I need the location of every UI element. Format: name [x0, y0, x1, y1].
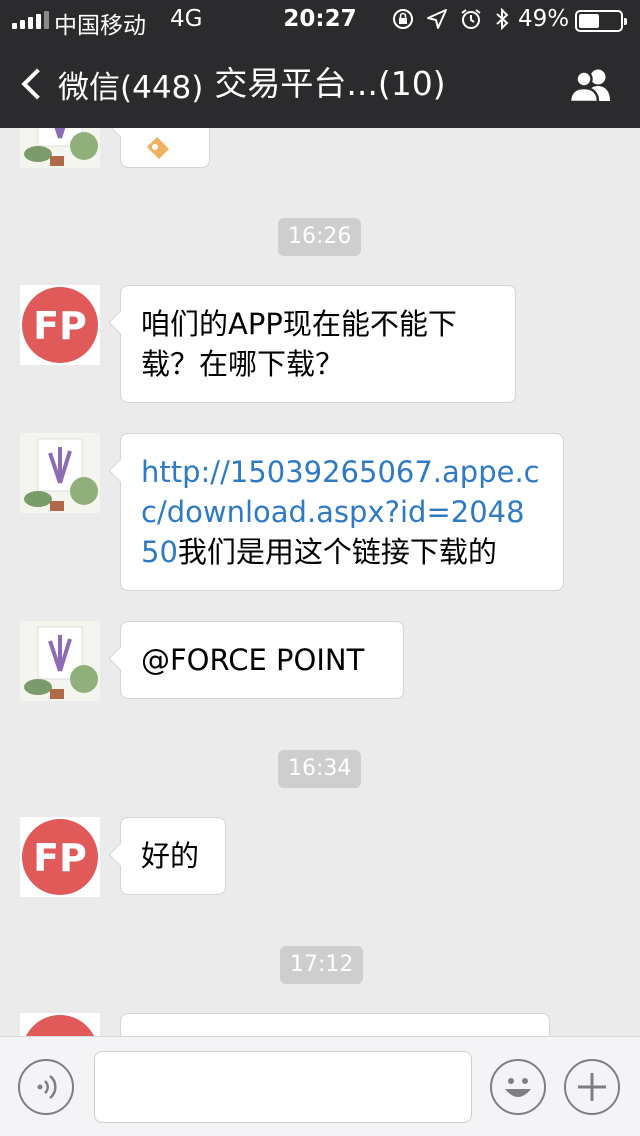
group-members-button[interactable]	[566, 68, 616, 104]
plant-painting-image	[20, 128, 100, 168]
status-bar: 中国移动 4G 20:27 49%	[0, 0, 640, 40]
avatar-fp[interactable]: FP	[20, 1013, 100, 1036]
emoji-icon	[147, 137, 169, 159]
avatar-plant[interactable]	[20, 433, 100, 513]
battery-fill	[579, 14, 599, 28]
chat-message-list[interactable]: 16:26 FP 咱们的APP现在能不能下载？在哪下载？ http://1503…	[0, 128, 640, 1036]
message-text: 好的	[141, 839, 200, 873]
message-bubble[interactable]: 好的	[120, 817, 226, 895]
chevron-left-icon	[21, 68, 53, 100]
chat-title: 交易平台...(10)	[214, 64, 446, 103]
voice-icon	[37, 1075, 57, 1099]
battery-percentage: 49%	[518, 6, 570, 32]
avatar-fp[interactable]: FP	[20, 285, 100, 365]
message-bubble-partial[interactable]	[120, 1013, 550, 1036]
svg-text:FP: FP	[33, 304, 87, 348]
fp-logo-image: FP	[20, 1013, 100, 1036]
fp-logo-image: FP	[20, 817, 100, 897]
message-text: 咱们的APP现在能不能下载？在哪下载？	[141, 307, 457, 381]
avatar-fp[interactable]: FP	[20, 817, 100, 897]
message-input[interactable]	[94, 1051, 472, 1123]
timestamp: 16:34	[278, 750, 362, 788]
more-options-button[interactable]	[564, 1059, 620, 1115]
message-text: @FORCE POINT	[141, 643, 365, 677]
message-text: 我们是用这个链接下载的	[177, 535, 497, 569]
plant-painting-image	[20, 621, 100, 701]
message-bubble[interactable]: 咱们的APP现在能不能下载？在哪下载？	[120, 285, 516, 403]
timestamp: 17:12	[280, 946, 364, 984]
battery-icon	[575, 10, 627, 32]
bluetooth-icon	[496, 8, 509, 30]
fp-logo-image: FP	[20, 285, 100, 365]
voice-button[interactable]	[18, 1059, 74, 1115]
message-bubble-partial[interactable]	[120, 128, 210, 168]
svg-text:FP: FP	[33, 836, 87, 880]
message-bubble[interactable]: @FORCE POINT	[120, 621, 404, 699]
rotation-lock-icon	[393, 9, 413, 29]
alarm-icon	[461, 9, 481, 29]
chat-input-bar	[0, 1036, 640, 1136]
status-icons	[392, 8, 510, 30]
message-bubble[interactable]: http://15039265067.appe.cc/download.aspx…	[120, 433, 564, 591]
back-button[interactable]: 微信(448)	[18, 62, 203, 106]
avatar-plant[interactable]	[20, 621, 100, 701]
emoji-button[interactable]	[490, 1059, 546, 1115]
plus-icon	[578, 1073, 606, 1101]
avatar-plant[interactable]	[20, 128, 100, 168]
plant-painting-image	[20, 433, 100, 513]
navigation-bar: 微信(448) 交易平台...(10)	[0, 40, 640, 128]
timestamp: 16:26	[278, 218, 362, 256]
location-icon	[427, 9, 447, 29]
smiley-icon	[505, 1078, 531, 1097]
people-icon	[568, 69, 610, 104]
